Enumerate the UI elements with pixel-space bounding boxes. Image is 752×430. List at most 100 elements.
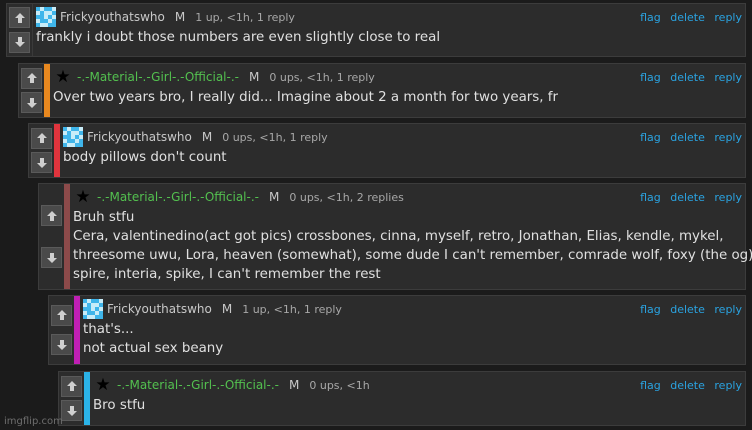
comment-text-line: that's... bbox=[83, 322, 134, 337]
delete-link[interactable]: delete bbox=[670, 11, 705, 24]
flag-link[interactable]: flag bbox=[640, 191, 661, 204]
comment: Frickyouthatswho M 1 up, <1h, 1 reply fl… bbox=[48, 295, 746, 365]
gender-badge: M bbox=[269, 190, 280, 204]
vote-column bbox=[49, 296, 75, 364]
upvote-icon[interactable] bbox=[31, 127, 52, 149]
username-link[interactable]: -.-Material-.-Girl-.-Official-.- bbox=[117, 378, 279, 392]
star-icon[interactable]: ★ bbox=[53, 67, 73, 87]
comment-body: frankly i doubt those numbers are even s… bbox=[36, 28, 440, 47]
delete-link[interactable]: delete bbox=[670, 303, 705, 316]
comment-header: Frickyouthatswho M 1 up, <1h, 1 reply bbox=[36, 7, 295, 27]
gender-badge: M bbox=[289, 378, 300, 392]
downvote-icon[interactable] bbox=[51, 334, 72, 356]
comment: ★ -.-Material-.-Girl-.-Official-.- M 0 u… bbox=[58, 371, 746, 426]
vote-column bbox=[59, 372, 85, 425]
comment-actions: flag delete reply bbox=[634, 303, 742, 316]
reply-link[interactable]: reply bbox=[714, 71, 742, 84]
comment-actions: flag delete reply bbox=[634, 191, 742, 204]
comment-actions: flag delete reply bbox=[634, 379, 742, 392]
downvote-icon[interactable] bbox=[41, 247, 62, 268]
downvote-icon[interactable] bbox=[21, 92, 42, 114]
gender-badge: M bbox=[249, 70, 260, 84]
vote-column bbox=[39, 184, 65, 289]
thread-stripe bbox=[44, 64, 50, 117]
reply-link[interactable]: reply bbox=[714, 379, 742, 392]
delete-link[interactable]: delete bbox=[670, 131, 705, 144]
delete-link[interactable]: delete bbox=[670, 71, 705, 84]
comment-text-line: Over two years bro, I really did... Imag… bbox=[53, 90, 559, 105]
comment-meta: 0 ups, <1h, 1 reply bbox=[269, 70, 375, 84]
comment-text-line: spire, interia, spike, I can't remember … bbox=[73, 267, 381, 282]
comment-text-line: Bro stfu bbox=[93, 398, 146, 413]
flag-link[interactable]: flag bbox=[640, 303, 661, 316]
gender-badge: M bbox=[174, 10, 186, 24]
comment-actions: flag delete reply bbox=[634, 131, 742, 144]
vote-column bbox=[29, 124, 55, 177]
flag-link[interactable]: flag bbox=[640, 71, 661, 84]
downvote-icon[interactable] bbox=[61, 400, 82, 422]
comment-header: Frickyouthatswho M 0 ups, <1h, 1 reply bbox=[63, 127, 328, 147]
vote-column bbox=[7, 4, 33, 56]
username-link[interactable]: -.-Material-.-Girl-.-Official-.- bbox=[97, 190, 259, 204]
comment-meta: 1 up, <1h, 1 reply bbox=[242, 302, 342, 316]
vote-column bbox=[19, 64, 45, 117]
downvote-icon[interactable] bbox=[9, 31, 30, 53]
comment-text-line: not actual sex beany bbox=[83, 341, 224, 356]
comment: ★ -.-Material-.-Girl-.-Official-.- M 0 u… bbox=[18, 63, 746, 118]
comment: Frickyouthatswho M 1 up, <1h, 1 reply fl… bbox=[6, 3, 746, 57]
avatar[interactable] bbox=[83, 299, 103, 319]
comment-header: ★ -.-Material-.-Girl-.-Official-.- M 0 u… bbox=[73, 187, 404, 207]
reply-link[interactable]: reply bbox=[714, 131, 742, 144]
comment-meta: 0 ups, <1h, 2 replies bbox=[289, 190, 404, 204]
upvote-icon[interactable] bbox=[51, 304, 72, 326]
comment-meta: 0 ups, <1h, 1 reply bbox=[222, 130, 328, 144]
comment-body: Bro stfu bbox=[93, 396, 145, 415]
delete-link[interactable]: delete bbox=[670, 191, 705, 204]
downvote-icon[interactable] bbox=[31, 152, 52, 174]
upvote-icon[interactable] bbox=[9, 7, 30, 29]
star-icon[interactable]: ★ bbox=[73, 187, 93, 207]
thread-stripe bbox=[84, 372, 90, 425]
comment-meta: 0 ups, <1h bbox=[309, 378, 370, 392]
comment-actions: flag delete reply bbox=[634, 71, 742, 84]
flag-link[interactable]: flag bbox=[640, 131, 661, 144]
username-link[interactable]: -.-Material-.-Girl-.-Official-.- bbox=[77, 70, 239, 84]
username-link[interactable]: Frickyouthatswho bbox=[87, 130, 192, 144]
avatar[interactable] bbox=[36, 7, 56, 27]
thread-stripe bbox=[74, 296, 80, 364]
flag-link[interactable]: flag bbox=[640, 11, 661, 24]
username-link[interactable]: Frickyouthatswho bbox=[60, 10, 165, 24]
flag-link[interactable]: flag bbox=[640, 379, 661, 392]
watermark: imgflip.com bbox=[4, 416, 63, 427]
thread-stripe bbox=[54, 124, 60, 177]
reply-link[interactable]: reply bbox=[714, 11, 742, 24]
comment-header: ★ -.-Material-.-Girl-.-Official-.- M 0 u… bbox=[53, 67, 375, 87]
comment: ★ -.-Material-.-Girl-.-Official-.- M 0 u… bbox=[38, 183, 752, 290]
comment-text-line: frankly i doubt those numbers are even s… bbox=[36, 30, 441, 45]
comment: Frickyouthatswho M 0 ups, <1h, 1 reply f… bbox=[28, 123, 746, 178]
upvote-icon[interactable] bbox=[61, 375, 82, 397]
comment-text-line: body pillows don't count bbox=[63, 150, 227, 165]
comment-header: ★ -.-Material-.-Girl-.-Official-.- M 0 u… bbox=[93, 375, 370, 395]
upvote-icon[interactable] bbox=[21, 67, 42, 89]
upvote-icon[interactable] bbox=[41, 205, 62, 226]
comment-text-line: Cera, valentinedino(act got pics) crossb… bbox=[73, 229, 724, 244]
comment-header: Frickyouthatswho M 1 up, <1h, 1 reply bbox=[83, 299, 342, 319]
gender-badge: M bbox=[221, 302, 233, 316]
comment-body: body pillows don't count bbox=[63, 148, 227, 167]
comment-meta: 1 up, <1h, 1 reply bbox=[195, 10, 295, 24]
comment-body: that's... not actual sex beany bbox=[83, 320, 223, 358]
comment-text-line: Bruh stfu bbox=[73, 210, 135, 225]
reply-link[interactable]: reply bbox=[714, 191, 742, 204]
avatar[interactable] bbox=[63, 127, 83, 147]
thread-stripe bbox=[64, 184, 70, 289]
comment-text-line: threesome uwu, Lora, heaven (somewhat), … bbox=[73, 248, 752, 263]
comment-actions: flag delete reply bbox=[634, 11, 742, 24]
gender-badge: M bbox=[201, 130, 213, 144]
reply-link[interactable]: reply bbox=[714, 303, 742, 316]
comment-body: Bruh stfu Cera, valentinedino(act got pic… bbox=[73, 208, 752, 284]
star-icon[interactable]: ★ bbox=[93, 375, 113, 395]
delete-link[interactable]: delete bbox=[670, 379, 705, 392]
username-link[interactable]: Frickyouthatswho bbox=[107, 302, 212, 316]
comment-body: Over two years bro, I really did... Imag… bbox=[53, 88, 558, 107]
